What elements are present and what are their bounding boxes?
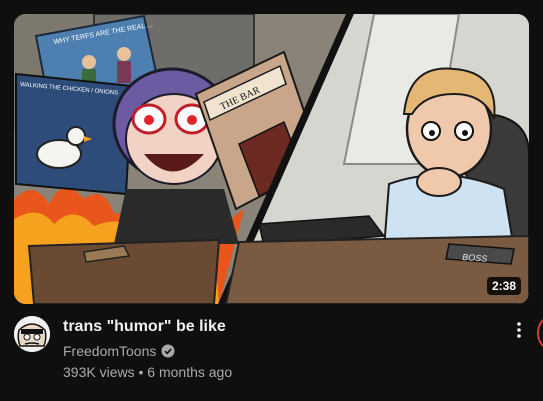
thumbnail-illustration: WHY TERFS ARE THE REAL ... WALKING THE C… (14, 14, 529, 304)
video-stats: 393K views • 6 months ago (63, 362, 493, 382)
channel-avatar[interactable] (14, 316, 50, 352)
video-title[interactable]: trans "humor" be like (63, 316, 493, 338)
duration-badge: 2:38 (486, 277, 521, 295)
verified-check-icon (161, 344, 175, 358)
stats-separator: • (138, 364, 144, 380)
channel-name[interactable]: FreedomToons (63, 341, 156, 361)
partial-next-item (537, 318, 543, 348)
channel-row: FreedomToons (63, 341, 493, 361)
nameplate-text: BOSS (462, 252, 488, 264)
video-card[interactable]: WHY TERFS ARE THE REAL ... WALKING THE C… (0, 0, 543, 401)
upload-age: 6 months ago (147, 364, 233, 380)
view-count: 393K views (63, 364, 135, 380)
more-vert-icon[interactable] (509, 318, 529, 342)
avatar-image (14, 316, 50, 352)
video-details: trans "humor" be like FreedomToons 393K … (63, 316, 493, 382)
video-thumbnail[interactable]: WHY TERFS ARE THE REAL ... WALKING THE C… (14, 14, 529, 304)
